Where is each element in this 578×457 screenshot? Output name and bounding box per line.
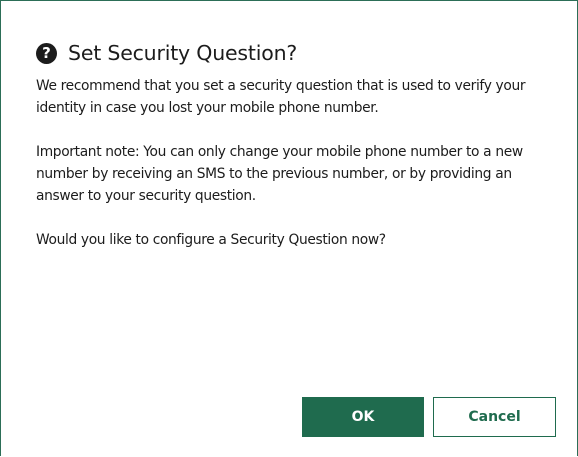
security-question-dialog: ? Set Security Question? We recommend th… [0,0,578,456]
recommendation-text: We recommend that you set a security que… [36,78,526,116]
question-circle-icon: ? [36,42,57,64]
ok-button[interactable]: OK [302,397,424,437]
dialog-body: We recommend that you set a security que… [36,75,556,273]
configure-prompt-text: Would you like to configure a Security Q… [36,232,386,248]
dialog-title: Set Security Question? [68,41,298,65]
dialog-header: ? Set Security Question? [36,41,297,65]
important-note-text: Important note: You can only change your… [36,144,523,204]
cancel-button[interactable]: Cancel [433,397,556,437]
